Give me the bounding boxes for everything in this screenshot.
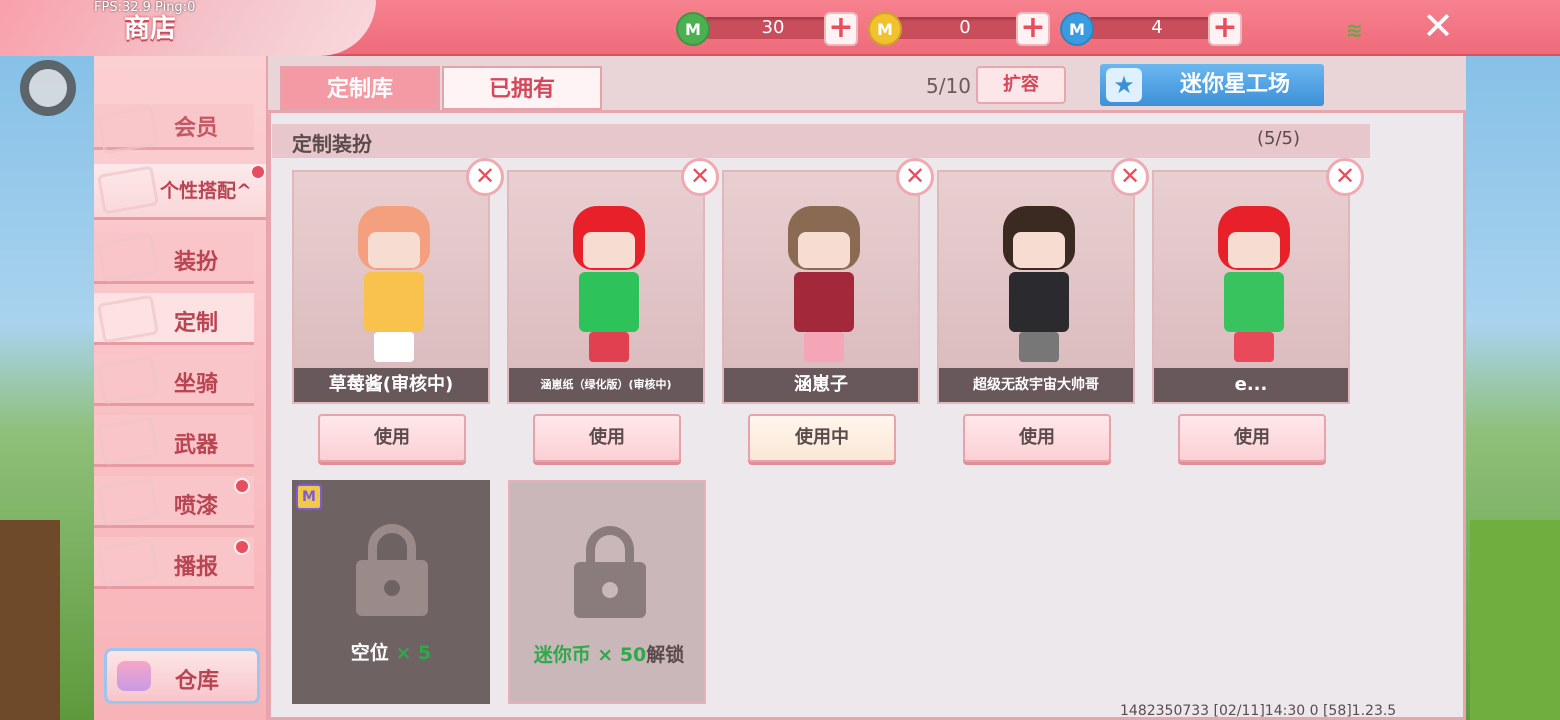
pencil-icon: [96, 294, 160, 344]
capacity-count: 5/10: [926, 74, 971, 98]
character-avatar: [344, 206, 444, 366]
outfit-name: e...: [1154, 368, 1348, 402]
slot-label: 空位 × 5: [350, 642, 432, 664]
use-button[interactable]: 使用: [963, 414, 1111, 462]
outfit-name: 超级无敌宇宙大帅哥: [939, 368, 1133, 402]
lock-icon: [574, 526, 646, 618]
character-avatar: [774, 206, 874, 366]
sidebar-item-label: 坐骑: [174, 372, 219, 397]
sidebar-item-label: 会员: [174, 116, 219, 141]
locked-slot-purchase[interactable]: 迷你币 × 50解锁: [508, 480, 706, 704]
warehouse-label: 仓库: [175, 669, 220, 694]
chest-icon: [117, 661, 151, 691]
top-bar: FPS:32.9 Ping:0 商店 30 M + 0 M + 4 M + ≋ …: [0, 0, 1560, 56]
sidebar-item-broadcast[interactable]: 播报: [94, 537, 254, 589]
mini-studio-label: 迷你星工场: [1180, 72, 1291, 97]
scene-block: [0, 520, 60, 720]
signal-icon: ≋: [1346, 18, 1363, 42]
mini-badge-icon: M: [296, 484, 322, 510]
build-info: 1482350733 [02/11]14:30 0 [58]1.23.5: [1120, 703, 1397, 719]
sidebar-item-personal-style[interactable]: 个性搭配^: [94, 164, 266, 220]
outfit-card[interactable]: 超级无敌宇宙大帅哥 ✕: [937, 158, 1149, 404]
sidebar-item-label: 个性搭配^: [160, 180, 252, 202]
sidebar-item-label: 播报: [174, 555, 219, 580]
sidebar-item-vip[interactable]: 会员: [94, 104, 254, 155]
section-header: 定制装扮 (5/5): [272, 124, 1370, 158]
outfit-card[interactable]: 涵崽纸（绿化版）(审核中) ✕: [507, 158, 719, 404]
warehouse-button[interactable]: 仓库: [104, 648, 260, 704]
sidebar-item-label: 定制: [174, 311, 219, 336]
sidebar-item-spray[interactable]: 喷漆: [94, 476, 254, 528]
delete-icon[interactable]: ✕: [1111, 158, 1149, 196]
add-blue-coin-button[interactable]: +: [1208, 12, 1242, 46]
section-title: 定制装扮: [292, 132, 372, 156]
expand-button[interactable]: 扩容: [976, 66, 1066, 104]
style-icon: [96, 165, 160, 215]
spray-can-icon: [96, 477, 160, 527]
slot-label: 迷你币 × 50解锁: [533, 644, 685, 666]
star-icon: ★: [1106, 68, 1142, 102]
use-button[interactable]: 使用: [533, 414, 681, 462]
tab-custom-library[interactable]: 定制库: [280, 66, 440, 110]
add-green-coin-button[interactable]: +: [824, 12, 858, 46]
green-coin-icon: M: [676, 12, 710, 46]
outfit-card[interactable]: 草莓酱(审核中) ✕: [292, 158, 504, 404]
page-title: 商店: [124, 14, 177, 44]
delete-icon[interactable]: ✕: [466, 158, 504, 196]
character-avatar: [559, 206, 659, 366]
sidebar-item-mount[interactable]: 坐骑: [94, 354, 254, 406]
mount-icon: [96, 355, 160, 405]
notification-dot: [234, 539, 250, 555]
sidebar-item-custom[interactable]: 定制: [94, 293, 254, 345]
notification-dot: [234, 478, 250, 494]
outfit-name: 草莓酱(审核中): [294, 368, 488, 402]
tab-owned[interactable]: 已拥有: [442, 66, 602, 110]
lock-icon: [356, 524, 428, 616]
sidebar-item-label: 武器: [174, 433, 219, 458]
blue-coin-icon: M: [1060, 12, 1094, 46]
scene-grass: [1470, 520, 1560, 720]
delete-icon[interactable]: ✕: [1326, 158, 1364, 196]
character-avatar: [989, 206, 1089, 366]
use-button[interactable]: 使用: [1178, 414, 1326, 462]
use-button[interactable]: 使用: [318, 414, 466, 462]
gun-icon: [96, 416, 160, 466]
shirt-icon: [96, 233, 160, 283]
mini-studio-button[interactable]: ★ 迷你星工场: [1100, 64, 1324, 106]
section-count: (5/5): [1256, 128, 1300, 149]
locked-slot-empty[interactable]: M 空位 × 5: [292, 480, 490, 704]
vip-icon: [96, 105, 160, 155]
outfit-name: 涵崽纸（绿化版）(审核中): [509, 368, 703, 402]
character-avatar: [1204, 206, 1304, 366]
broadcast-icon: [96, 538, 160, 588]
tab-bar: 定制库 已拥有 5/10 扩容 ★ 迷你星工场: [268, 56, 1466, 110]
delete-icon[interactable]: ✕: [896, 158, 934, 196]
record-icon[interactable]: [20, 60, 76, 116]
sidebar-item-label: 喷漆: [174, 494, 219, 519]
sidebar-item-outfit[interactable]: 装扮: [94, 232, 254, 284]
in-use-button[interactable]: 使用中: [748, 414, 896, 462]
sidebar-item-label: 装扮: [174, 250, 219, 275]
add-gold-coin-button[interactable]: +: [1016, 12, 1050, 46]
close-button[interactable]: ✕: [1420, 7, 1456, 45]
outfit-name: 涵崽子: [724, 368, 918, 402]
notification-dot: [250, 164, 266, 180]
delete-icon[interactable]: ✕: [681, 158, 719, 196]
sidebar-item-weapon[interactable]: 武器: [94, 415, 254, 467]
outfit-card[interactable]: 涵崽子 ✕: [722, 158, 934, 404]
outfit-card[interactable]: e... ✕: [1152, 158, 1364, 404]
gold-coin-icon: M: [868, 12, 902, 46]
